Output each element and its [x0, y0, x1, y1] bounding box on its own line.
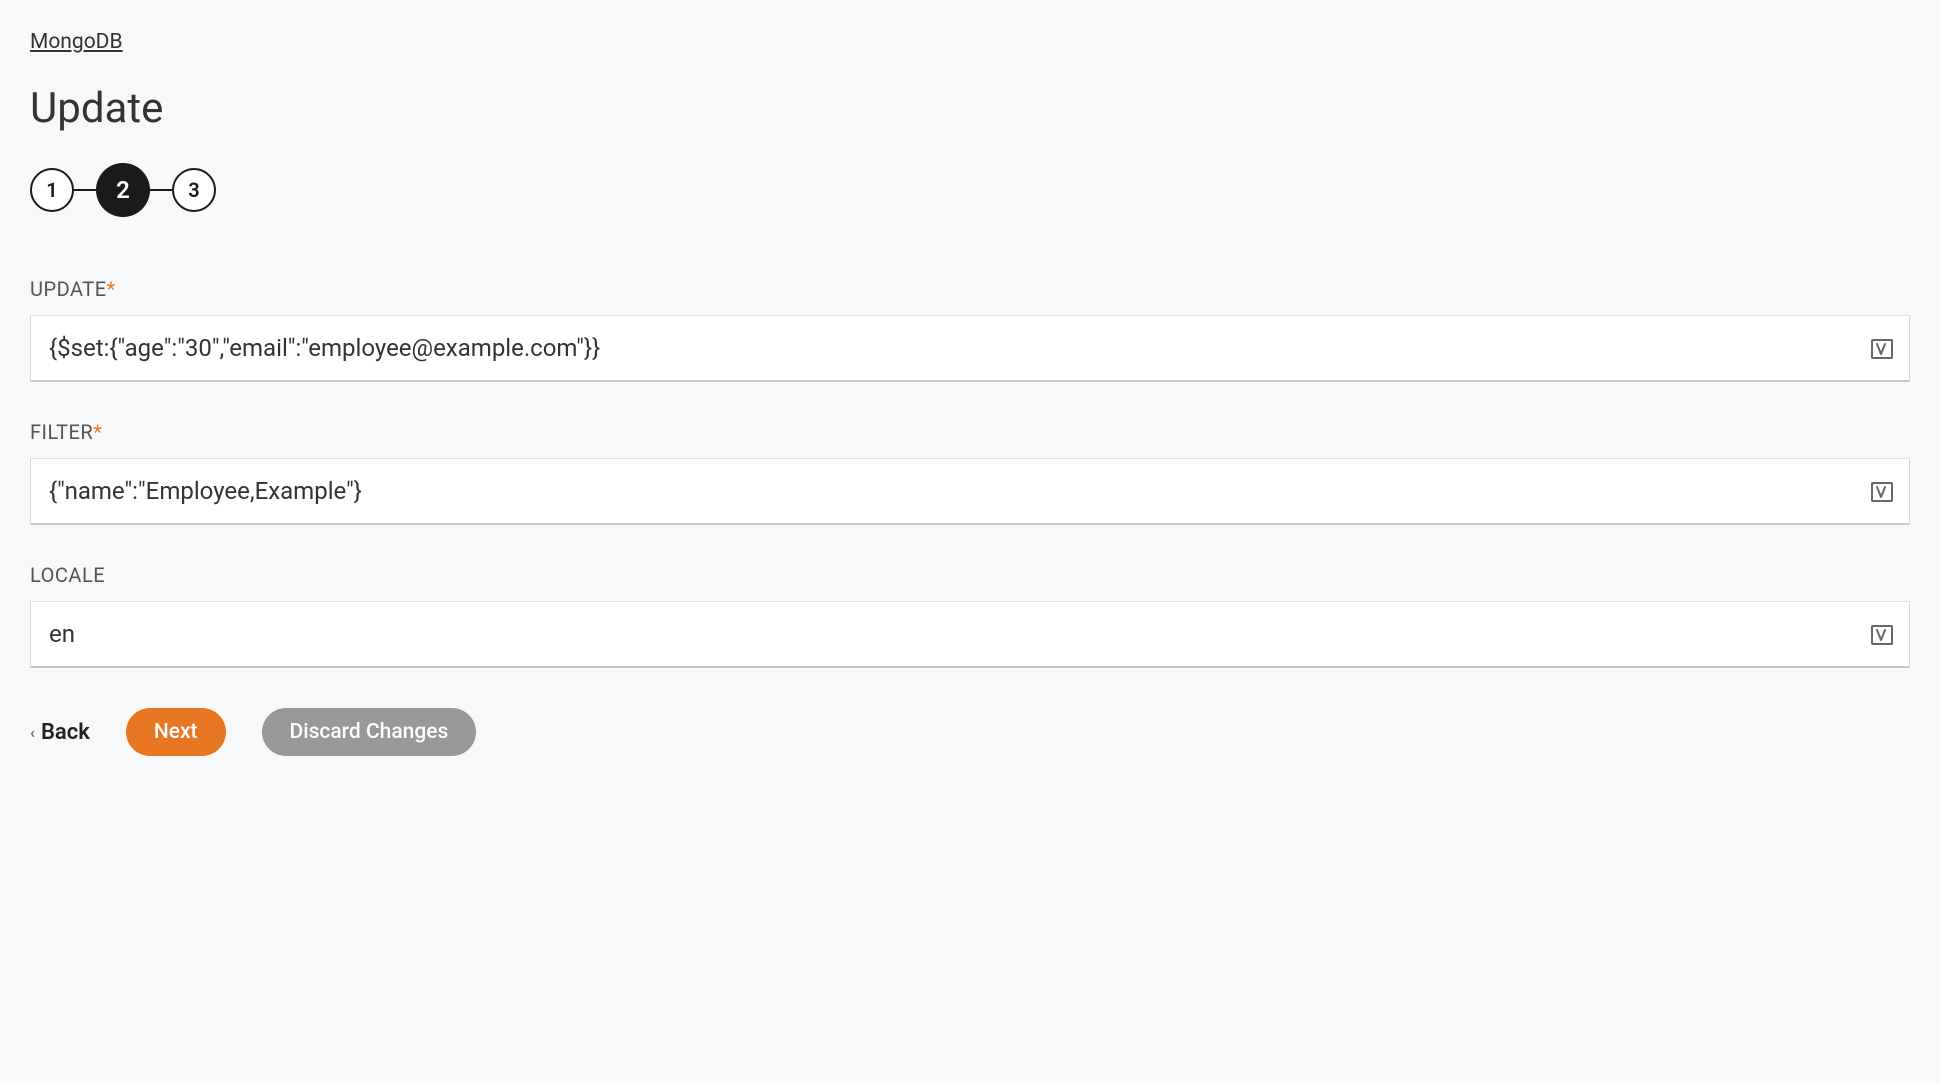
locale-input-wrapper	[30, 601, 1910, 668]
update-label: UPDATE*	[30, 277, 1910, 301]
variable-icon[interactable]	[1870, 337, 1894, 361]
update-input-wrapper	[30, 315, 1910, 382]
required-star: *	[107, 277, 116, 301]
field-filter: FILTER*	[30, 420, 1910, 525]
back-button[interactable]: ‹ Back	[30, 720, 90, 745]
stepper: 1 2 3	[30, 163, 1910, 217]
locale-label: LOCALE	[30, 563, 1910, 587]
next-button[interactable]: Next	[126, 708, 226, 756]
page-title: Update	[30, 84, 1910, 133]
field-update: UPDATE*	[30, 277, 1910, 382]
filter-input[interactable]	[30, 458, 1910, 525]
update-input[interactable]	[30, 315, 1910, 382]
locale-input[interactable]	[30, 601, 1910, 668]
variable-icon[interactable]	[1870, 623, 1894, 647]
step-connector	[150, 189, 172, 191]
discard-button[interactable]: Discard Changes	[262, 708, 477, 756]
update-label-text: UPDATE	[30, 277, 107, 301]
variable-icon[interactable]	[1870, 480, 1894, 504]
filter-label-text: FILTER	[30, 420, 93, 444]
step-3[interactable]: 3	[172, 168, 216, 212]
back-label: Back	[41, 720, 90, 745]
locale-label-text: LOCALE	[30, 563, 105, 587]
filter-label: FILTER*	[30, 420, 1910, 444]
filter-input-wrapper	[30, 458, 1910, 525]
actions-row: ‹ Back Next Discard Changes	[30, 708, 1910, 756]
required-star: *	[93, 420, 102, 444]
chevron-left-icon: ‹	[30, 723, 35, 742]
step-connector	[74, 189, 96, 191]
step-2[interactable]: 2	[96, 163, 150, 217]
breadcrumb-link[interactable]: MongoDB	[30, 30, 123, 54]
field-locale: LOCALE	[30, 563, 1910, 668]
step-1[interactable]: 1	[30, 168, 74, 212]
